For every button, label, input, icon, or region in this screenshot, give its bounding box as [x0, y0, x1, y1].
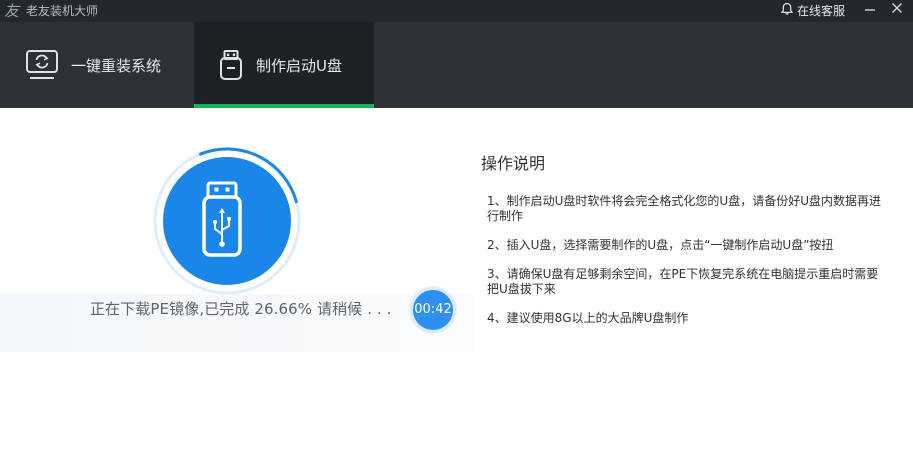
instruction-item: 3、请确保U盘有足够剩余空间，在PE下恢复完系统在电脑提示重启时需要把U盘拔下来 — [487, 267, 879, 296]
instructions-panel: 操作说明 1、制作启动U盘时软件将会完全格式化您的U盘，请备份好U盘内数据再进行… — [481, 150, 881, 340]
app-logo-icon: 友 — [4, 2, 20, 20]
close-button[interactable] — [888, 1, 906, 19]
content-area: 正在下载PE镜像,已完成 26.66% 请稍候 . . . 00:42 操作说明… — [0, 108, 913, 470]
usb-progress-ring — [152, 146, 302, 296]
instruction-item: 1、制作启动U盘时软件将会完全格式化您的U盘，请备份好U盘内数据再进行制作 — [487, 194, 881, 223]
instruction-item: 4、建议使用8G以上的大品牌U盘制作 — [487, 311, 689, 325]
tab-one-click-reinstall[interactable]: 一键重装系统 — [0, 22, 194, 108]
countdown-timer: 00:42 — [410, 287, 456, 333]
app-title: 老友装机大师 — [26, 4, 99, 18]
minimize-icon — [865, 9, 875, 11]
download-progress-panel: 正在下载PE镜像,已完成 26.66% 请稍候 . . . 00:42 — [0, 108, 475, 470]
tab-one-click-reinstall-label: 一键重装系统 — [71, 56, 162, 75]
online-support-button[interactable]: 在线客服 — [780, 2, 845, 20]
main-tab-bar: 一键重装系统 制作启动U盘 — [0, 22, 913, 108]
online-support-label: 在线客服 — [797, 4, 846, 18]
usb-circle-badge — [163, 157, 291, 285]
title-bar: 友 老友装机大师 在线客服 — [0, 0, 913, 22]
instructions-list: 1、制作启动U盘时软件将会完全格式化您的U盘，请备份好U盘内数据再进行制作 2、… — [481, 194, 881, 326]
instruction-item: 2、插入U盘，选择需要制作的U盘，点击“一键制作启动U盘”按扭 — [487, 238, 834, 252]
usb-drive-icon — [218, 49, 244, 81]
tab-make-boot-usb-label: 制作启动U盘 — [256, 56, 342, 75]
monitor-refresh-icon — [25, 49, 59, 81]
bell-icon — [780, 2, 794, 20]
instructions-title: 操作说明 — [481, 154, 546, 173]
download-status-text: 正在下载PE镜像,已完成 26.66% 请稍候 . . . — [90, 300, 392, 318]
minimize-button[interactable] — [861, 1, 879, 19]
close-icon — [892, 3, 902, 13]
tab-make-boot-usb[interactable]: 制作启动U盘 — [194, 22, 374, 108]
